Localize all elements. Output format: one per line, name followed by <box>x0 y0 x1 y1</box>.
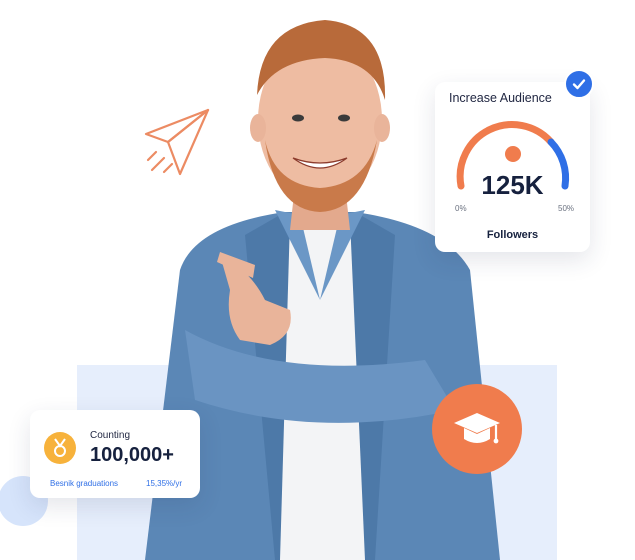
audience-footer: Followers <box>486 229 539 241</box>
graduation-badge <box>432 384 522 474</box>
counting-value: 100,000+ <box>90 444 174 466</box>
audience-value: 125K <box>481 170 544 200</box>
check-icon <box>564 69 594 99</box>
counting-card: Counting 100,000+ Besnik graduations 15,… <box>30 410 200 498</box>
audience-card: Increase Audience 125K 0% 50% Followers <box>435 82 590 252</box>
gauge-max-label: 50% <box>558 204 575 213</box>
graduations-label: Besnik graduations <box>50 479 119 488</box>
medal-icon <box>44 432 76 464</box>
gauge-min-label: 0% <box>455 204 467 213</box>
audience-title: Increase Audience <box>449 91 552 105</box>
growth-rate: 15,35%/yr <box>146 479 183 488</box>
counting-label: Counting <box>90 430 131 441</box>
graduation-cap-icon <box>454 413 500 444</box>
